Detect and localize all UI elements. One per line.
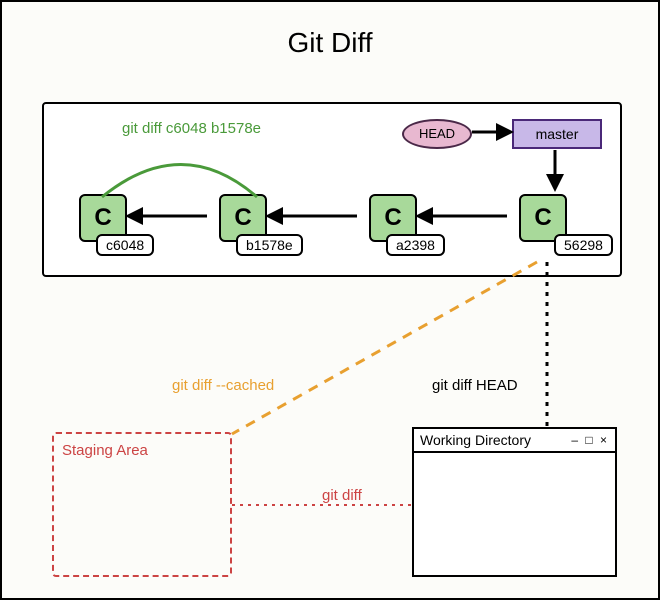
staging-label: Staging Area	[62, 442, 148, 459]
label-plain-diff: git diff	[322, 487, 362, 504]
label-arc-diff: git diff c6048 b1578e	[122, 120, 261, 137]
staging-area: Staging Area	[52, 432, 232, 577]
hash-c6048: c6048	[96, 234, 154, 256]
head-badge: HEAD	[402, 119, 472, 149]
line-cached-diff	[232, 262, 537, 434]
master-badge: master	[512, 119, 602, 149]
hash-56298: 56298	[554, 234, 613, 256]
working-directory-label: Working Directory	[420, 432, 531, 448]
working-directory-titlebar: Working Directory – □ ×	[414, 429, 615, 453]
hash-b1578e: b1578e	[236, 234, 303, 256]
window-controls: – □ ×	[571, 433, 609, 447]
working-directory-window: Working Directory – □ ×	[412, 427, 617, 577]
label-head-diff: git diff HEAD	[432, 377, 518, 394]
diagram-frame: Git Diff HEAD master C c6048 C b1578e C …	[0, 0, 660, 600]
label-cached-diff: git diff --cached	[172, 377, 274, 394]
page-title: Git Diff	[2, 27, 658, 59]
hash-a2398: a2398	[386, 234, 445, 256]
